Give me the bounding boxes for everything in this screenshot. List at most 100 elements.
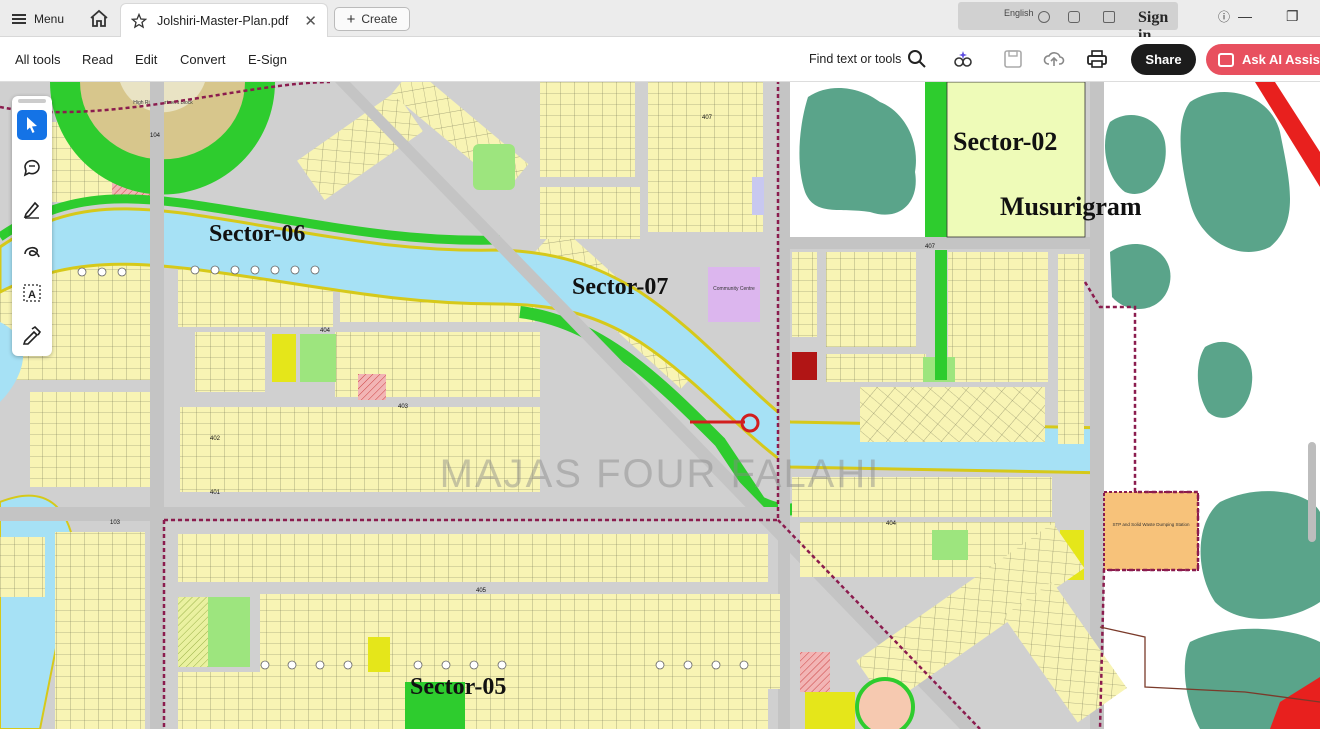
school-plot [368,637,390,677]
create-button[interactable]: + Create [334,7,410,31]
main-toolbar: All tools Read Edit Convert E-Sign Find … [0,37,1320,82]
vertical-scrollbar[interactable] [1308,442,1316,542]
share-button[interactable]: Share [1131,44,1196,75]
map-label-sector-06: Sector-06 [209,221,305,247]
help-icon[interactable] [1038,11,1050,23]
document-tab-title: Jolshiri-Master-Plan.pdf [157,13,289,28]
road-number: 402 [210,436,221,442]
road-number: 104 [150,133,161,139]
draw-freehand-icon [24,246,40,258]
plot-block [860,387,1045,442]
plot-block [826,354,926,382]
comment-icon [23,159,40,177]
info-icon[interactable]: ⓘ [1218,8,1230,25]
svg-text:A: A [28,289,36,301]
hamburger-icon [12,14,26,24]
road-number: 407 [702,115,713,121]
plot-block [540,187,640,239]
play-field [932,530,968,560]
language-label[interactable]: English [1004,8,1034,18]
map-label-community: Community Centre [713,286,755,292]
draw-tool-button[interactable] [17,236,47,266]
plot-block [948,252,1048,382]
plot-block [55,532,145,729]
master-plan-map: High Rise Apartment Block Community Cent… [0,82,1320,729]
close-tab-icon[interactable]: ✕ [304,12,317,30]
college-plot [178,597,208,667]
print-icon[interactable] [1086,48,1108,70]
search-icon[interactable] [906,48,928,70]
ai-compare-icon[interactable] [952,48,974,70]
map-label-sector-02: Sector-02 [953,127,1057,156]
text-select-icon: A [23,284,41,302]
road-number: 401 [210,490,221,496]
find-tools-input[interactable]: Find text or tools [809,52,901,66]
create-label: Create [361,12,398,26]
community-centre [708,267,760,322]
road-number: 103 [110,520,121,526]
ask-ai-assistant-button[interactable]: Ask AI Assista [1206,44,1320,75]
highlight-tool-button[interactable] [17,194,47,224]
select-arrow-icon [27,117,37,133]
system-overlay: English Sign in [958,2,1178,44]
save-icon[interactable] [1002,48,1024,70]
panel-grip[interactable] [18,99,46,103]
road-number: 407 [925,244,936,250]
map-label-sector-07: Sector-07 [572,274,668,300]
school-plot [272,334,296,382]
play-field [300,334,336,382]
menu-label: Menu [34,12,65,26]
highlight-pen-icon [23,201,40,219]
restore-window-icon[interactable]: ❐ [1286,8,1299,25]
ask-ai-label: Ask AI Assista [1242,52,1320,67]
quick-tools-panel: A [12,96,52,356]
plot-block [30,392,155,487]
play-field [473,144,515,190]
lake [1200,491,1320,619]
road-vertical [150,82,164,729]
plot-block [540,82,635,177]
notification-icon[interactable] [1068,11,1080,23]
document-viewer[interactable]: High Rise Apartment Block Community Cent… [0,82,1320,729]
cloud-upload-icon[interactable] [1043,48,1065,70]
select-tool-button[interactable] [17,110,47,140]
star-icon[interactable] [131,12,147,29]
map-label-stp: STP and Solid Waste Dumping Station [1112,522,1190,527]
ai-assistant-icon [1218,52,1234,67]
sign-pen-icon [22,325,42,345]
green-strip [925,82,947,237]
plot-block [826,252,916,347]
menu-edit[interactable]: Edit [135,52,157,67]
roundabout [855,677,915,729]
menu-read[interactable]: Read [82,52,113,67]
green-strip [935,250,947,380]
road-number: 403 [398,404,409,410]
menu-convert[interactable]: Convert [180,52,226,67]
comment-tool-button[interactable] [17,152,47,182]
tab-bar: Menu Jolshiri-Master-Plan.pdf ✕ + Create… [0,0,1320,44]
utility-plot [752,177,764,215]
map-label-sector-05: Sector-05 [410,674,506,700]
road-number: 405 [476,588,487,594]
document-tab[interactable]: Jolshiri-Master-Plan.pdf ✕ [120,3,328,37]
map-label-musurigram: Musurigram [1000,192,1142,221]
menu-all-tools[interactable]: All tools [15,52,61,67]
plot-block [0,537,45,597]
text-select-tool-button[interactable]: A [17,278,47,308]
home-icon[interactable] [88,8,110,28]
sign-tool-button[interactable] [17,320,47,350]
map-watermark: MAJAS FOUR FALAHI [440,452,881,496]
mosque-plot [358,374,386,400]
stp-area [1103,491,1199,571]
plot-block [648,82,763,232]
plus-icon: + [346,10,356,28]
menu-esign[interactable]: E-Sign [248,52,287,67]
plot-block [792,252,817,337]
plot-block [1058,254,1084,444]
road-number: 404 [320,328,331,334]
minimize-icon[interactable]: — [1238,8,1252,24]
apps-grid-icon[interactable] [1103,11,1115,23]
school-plot [805,692,855,729]
menu-button[interactable]: Menu [12,9,64,29]
plot-block [178,534,768,582]
